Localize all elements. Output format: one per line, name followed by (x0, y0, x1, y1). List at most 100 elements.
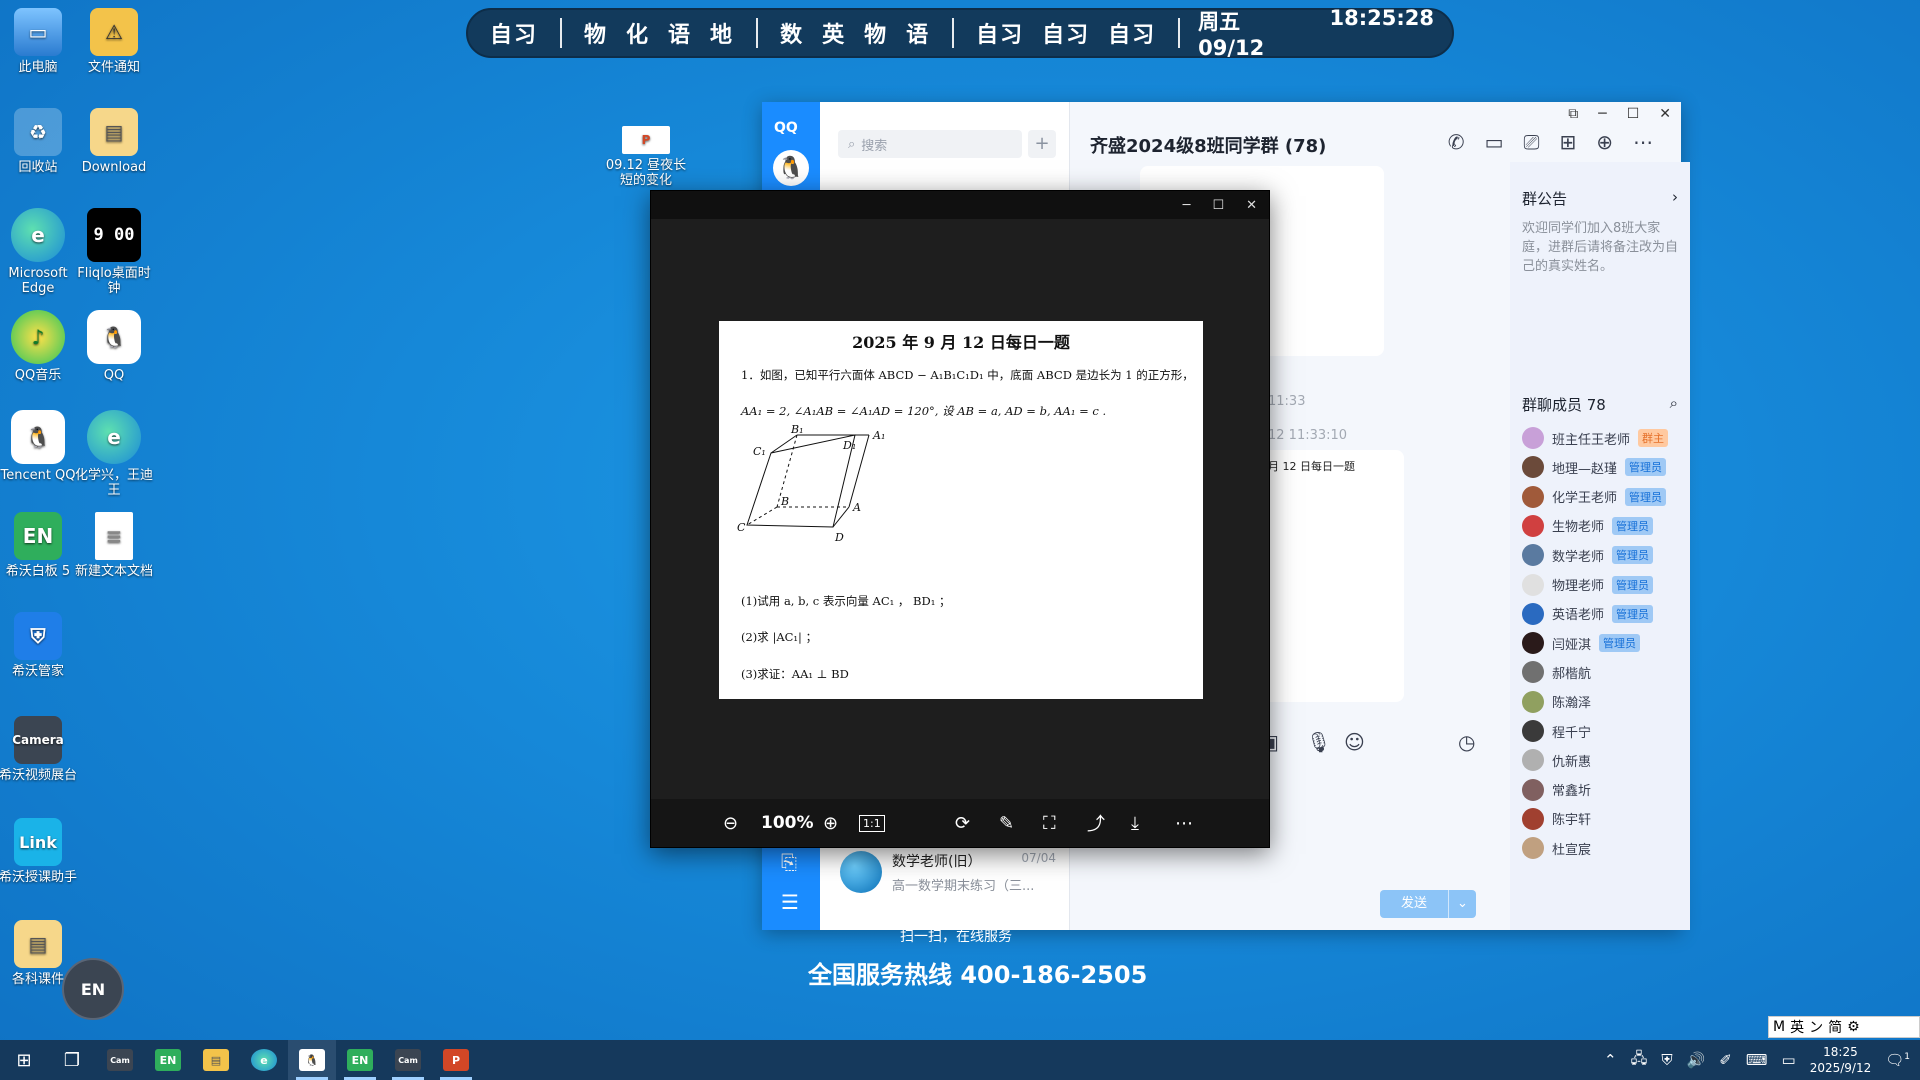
desktop-icon-edge-shortcut[interactable]: e 化学兴，王迪王 (72, 410, 156, 498)
start-button[interactable]: ⊞ (0, 1040, 48, 1080)
member-item[interactable]: 化学王老师 管理员 (1522, 483, 1682, 511)
desktop-icon-easinote[interactable]: EN 希沃白板 5 (0, 512, 80, 579)
member-item[interactable]: 郝楷航 (1522, 658, 1682, 686)
zoom-in-icon[interactable]: ⊕ (823, 813, 838, 834)
screen-share-icon[interactable]: ⎚ (1523, 130, 1539, 154)
desktop-icon-qq[interactable]: 🐧 QQ (72, 310, 156, 383)
member-item[interactable]: 闫娅淇 管理员 (1522, 629, 1682, 657)
taskbar-easinote-running[interactable]: EN (336, 1040, 384, 1080)
ime-simplified[interactable]: 简 (1828, 1017, 1842, 1037)
pen-icon[interactable]: ✐ (1719, 1051, 1732, 1069)
taskbar-camera-app[interactable]: Cam (96, 1040, 144, 1080)
search-input[interactable]: ⌕ 搜索 (838, 130, 1022, 158)
edge-icon: e (251, 1049, 277, 1071)
add-button[interactable]: + (1028, 130, 1056, 158)
taskbar-powerpoint[interactable]: P (432, 1040, 480, 1080)
minimize-icon[interactable]: ─ (1598, 106, 1606, 122)
taskbar-easinote[interactable]: EN (144, 1040, 192, 1080)
desktop-icon-ppt-file[interactable]: P 09.12 昼夜长短的变化 (604, 126, 688, 188)
desktop-icon-qq-music[interactable]: ♪ QQ音乐 (0, 310, 80, 383)
notification-icon[interactable]: 🗨1 (1885, 1051, 1910, 1069)
bookmark-icon[interactable]: ⎘ (781, 850, 797, 874)
share-icon[interactable]: ⤴ (1087, 810, 1105, 836)
member-item[interactable]: 英语老师 管理员 (1522, 600, 1682, 628)
taskbar-qq[interactable]: 🐧 (288, 1040, 336, 1080)
desktop-icon-tencent-qq[interactable]: 🐧 Tencent QQ (0, 410, 80, 483)
search-icon[interactable]: ⌕ (1670, 394, 1678, 415)
avatar (1522, 778, 1544, 801)
close-icon[interactable]: ✕ (1659, 106, 1671, 122)
microphone-icon[interactable]: 🎙 (1306, 730, 1331, 754)
phone-icon[interactable]: ✆ (1448, 130, 1465, 154)
desktop-icon-seewo-manager[interactable]: ⛨ 希沃管家 (0, 612, 80, 679)
member-item[interactable]: 数学老师 管理员 (1522, 541, 1682, 569)
chevron-up-icon[interactable]: ⌃ (1604, 1051, 1617, 1069)
video-icon[interactable]: ▭ (1485, 130, 1504, 154)
taskbar-clock[interactable]: 18:25 2025/9/12 (1810, 1044, 1872, 1076)
desktop-icon-seewo-camera[interactable]: Camera 希沃视频展台 (0, 716, 80, 783)
maximize-icon[interactable]: ☐ (1627, 106, 1640, 122)
group-notice-header[interactable]: 群公告 › (1510, 162, 1690, 209)
member-item[interactable]: 陈宇轩 (1522, 805, 1682, 833)
gear-icon[interactable]: ⚙ (1847, 1019, 1860, 1035)
menu-icon[interactable]: ☰ (781, 890, 799, 914)
member-item[interactable]: 陈瀚泽 (1522, 688, 1682, 716)
desktop-icon-new-text[interactable]: ≡ 新建文本文档 (72, 512, 156, 579)
download-icon[interactable]: ⤓ (1131, 813, 1139, 834)
more-icon[interactable]: ⋯ (1633, 130, 1653, 154)
send-button[interactable]: 发送 ⌄ (1380, 890, 1476, 918)
taskbar-camera-running[interactable]: Cam (384, 1040, 432, 1080)
task-view-icon[interactable]: ❐ (48, 1040, 96, 1080)
desktop-icon-file-notice[interactable]: ⚠ 文件通知 (72, 8, 156, 75)
ime-punctuation[interactable]: ン (1809, 1017, 1823, 1037)
member-item[interactable]: 物理老师 管理员 (1522, 571, 1682, 599)
desktop-icon-seewo-link[interactable]: Link 希沃授课助手 (0, 818, 80, 885)
list-item[interactable]: 数学老师(旧） 07/04 高一数学期末练习（三... (820, 842, 1070, 902)
taskbar-edge[interactable]: e (240, 1040, 288, 1080)
taskbar-file-explorer[interactable]: ▤ (192, 1040, 240, 1080)
member-role-badge: 管理员 (1612, 604, 1654, 623)
desktop-icon-download[interactable]: ▤ Download (72, 108, 156, 175)
apps-icon[interactable]: ⊞ (1559, 130, 1576, 154)
actual-size-button[interactable]: 1:1 (859, 814, 885, 832)
viewer-titlebar: ─ ☐ ✕ (651, 191, 1269, 219)
avatar (1522, 514, 1544, 537)
member-item[interactable]: 生物老师 管理员 (1522, 512, 1682, 540)
add-member-icon[interactable]: ⊕ (1596, 130, 1613, 154)
history-icon[interactable]: ◷ (1458, 730, 1475, 754)
more-icon[interactable]: ⋯ (1175, 813, 1193, 834)
ime-mode[interactable]: M (1773, 1019, 1785, 1035)
zoom-out-icon[interactable]: ⊖ (723, 813, 738, 834)
member-item[interactable]: 班主任王老师 群主 (1522, 424, 1682, 452)
minimize-icon[interactable]: ─ (1183, 198, 1191, 213)
robot-icon[interactable]: ☺ (1344, 730, 1365, 754)
edit-icon[interactable]: ✎ (999, 813, 1014, 834)
chevron-down-icon[interactable]: ⌄ (1448, 890, 1476, 918)
desktop-icon-fliqlo[interactable]: 9 00 Fliqlo桌面时钟 (72, 208, 156, 296)
ime-language[interactable]: 英 (1790, 1017, 1804, 1037)
member-item[interactable]: 程千宁 (1522, 717, 1682, 745)
member-item[interactable]: 杜宣宸 (1522, 834, 1682, 862)
folder-icon: ▤ (90, 108, 138, 156)
maximize-icon[interactable]: ☐ (1212, 198, 1224, 213)
chat-bubble[interactable]: 月 12 日每日一题 (1260, 450, 1404, 702)
network-icon[interactable]: 🖧 (1631, 1048, 1648, 1073)
schedule-date: 周五 09/12 (1198, 10, 1265, 60)
member-item[interactable]: 常鑫圻 (1522, 776, 1682, 804)
volume-icon[interactable]: 🔊 (1687, 1051, 1706, 1069)
close-icon[interactable]: ✕ (1246, 198, 1257, 213)
ocr-icon[interactable]: ⛶ (1043, 813, 1056, 834)
member-item[interactable]: 地理—赵瑾 管理员 (1522, 453, 1682, 481)
keyboard-icon[interactable]: ⌨ (1746, 1051, 1768, 1069)
rotate-icon[interactable]: ⟳ (955, 813, 970, 834)
member-item[interactable]: 仇新惠 (1522, 746, 1682, 774)
desktop-icon-edge[interactable]: e Microsoft Edge (0, 208, 80, 296)
timestamp: 12 11:33:10 (1268, 428, 1348, 443)
easinote-floating-button[interactable]: EN (62, 958, 124, 1020)
user-avatar[interactable]: 🐧 (773, 150, 809, 186)
desktop-icon-recycle-bin[interactable]: ♻ 回收站 (0, 108, 80, 175)
pin-icon[interactable]: ⧉ (1568, 106, 1578, 122)
tablet-mode-icon[interactable]: ▭ (1782, 1051, 1796, 1069)
desktop-icon-this-pc[interactable]: ▭ 此电脑 (0, 8, 80, 75)
security-icon[interactable]: ⛨ (1661, 1051, 1672, 1069)
